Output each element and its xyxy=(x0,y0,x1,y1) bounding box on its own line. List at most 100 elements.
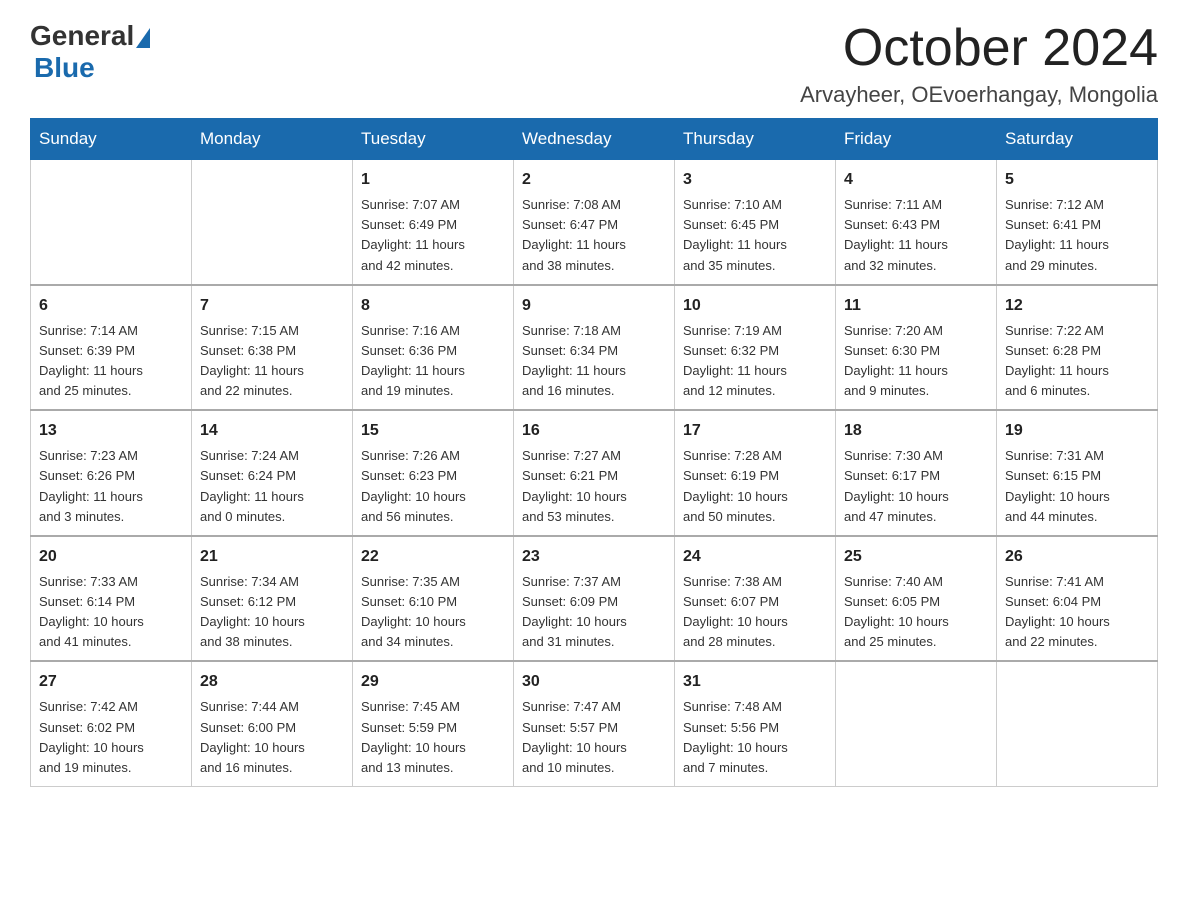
calendar-cell: 6Sunrise: 7:14 AMSunset: 6:39 PMDaylight… xyxy=(31,285,192,411)
day-info: Sunrise: 7:20 AMSunset: 6:30 PMDaylight:… xyxy=(844,321,988,402)
day-info: Sunrise: 7:44 AMSunset: 6:00 PMDaylight:… xyxy=(200,697,344,778)
day-info: Sunrise: 7:27 AMSunset: 6:21 PMDaylight:… xyxy=(522,446,666,527)
calendar-cell: 1 Sunrise: 7:07 AMSunset: 6:49 PMDaylight… xyxy=(353,160,514,285)
week-row-5: 27 Sunrise: 7:42 AMSunset: 6:02 PMDayligh… xyxy=(31,661,1158,786)
day-info: Sunrise: 7:28 AMSunset: 6:19 PMDaylight:… xyxy=(683,446,827,527)
calendar-cell xyxy=(31,160,192,285)
calendar-cell: 8 Sunrise: 7:16 AMSunset: 6:36 PMDaylight… xyxy=(353,285,514,411)
logo-general-text: General xyxy=(30,20,134,52)
day-number: 11 xyxy=(844,294,988,318)
page-title: October 2024 xyxy=(800,20,1158,77)
week-row-4: 20Sunrise: 7:33 AMSunset: 6:14 PMDayligh… xyxy=(31,536,1158,662)
day-number: 5 xyxy=(1005,168,1149,192)
day-number: 14 xyxy=(200,419,344,443)
day-info: Sunrise: 7:40 AMSunset: 6:05 PMDaylight:… xyxy=(844,572,988,653)
calendar-table: SundayMondayTuesdayWednesdayThursdayFrid… xyxy=(30,118,1158,787)
day-number: 2 xyxy=(522,168,666,192)
weekday-header-row: SundayMondayTuesdayWednesdayThursdayFrid… xyxy=(31,119,1158,160)
calendar-cell: 28 Sunrise: 7:44 AMSunset: 6:00 PMDayligh… xyxy=(192,661,353,786)
calendar-cell: 9Sunrise: 7:18 AMSunset: 6:34 PMDaylight… xyxy=(514,285,675,411)
day-number: 25 xyxy=(844,545,988,569)
day-number: 23 xyxy=(522,545,666,569)
calendar-cell: 16 Sunrise: 7:27 AMSunset: 6:21 PMDayligh… xyxy=(514,410,675,536)
calendar-cell: 19 Sunrise: 7:31 AMSunset: 6:15 PMDayligh… xyxy=(997,410,1158,536)
day-info: Sunrise: 7:30 AMSunset: 6:17 PMDaylight:… xyxy=(844,446,988,527)
day-info: Sunrise: 7:15 AMSunset: 6:38 PMDaylight:… xyxy=(200,321,344,402)
day-info: Sunrise: 7:07 AMSunset: 6:49 PMDaylight:… xyxy=(361,195,505,276)
day-number: 6 xyxy=(39,294,183,318)
day-number: 22 xyxy=(361,545,505,569)
day-info: Sunrise: 7:45 AMSunset: 5:59 PMDaylight:… xyxy=(361,697,505,778)
day-info: Sunrise: 7:31 AMSunset: 6:15 PMDaylight:… xyxy=(1005,446,1149,527)
day-number: 30 xyxy=(522,670,666,694)
calendar-cell: 5 Sunrise: 7:12 AMSunset: 6:41 PMDaylight… xyxy=(997,160,1158,285)
day-number: 18 xyxy=(844,419,988,443)
day-number: 12 xyxy=(1005,294,1149,318)
weekday-header-tuesday: Tuesday xyxy=(353,119,514,160)
day-number: 1 xyxy=(361,168,505,192)
title-section: October 2024 Arvayheer, OEvoerhangay, Mo… xyxy=(800,20,1158,108)
day-info: Sunrise: 7:19 AMSunset: 6:32 PMDaylight:… xyxy=(683,321,827,402)
calendar-cell: 7 Sunrise: 7:15 AMSunset: 6:38 PMDaylight… xyxy=(192,285,353,411)
calendar-cell: 11 Sunrise: 7:20 AMSunset: 6:30 PMDayligh… xyxy=(836,285,997,411)
day-number: 29 xyxy=(361,670,505,694)
day-number: 4 xyxy=(844,168,988,192)
day-info: Sunrise: 7:10 AMSunset: 6:45 PMDaylight:… xyxy=(683,195,827,276)
day-number: 26 xyxy=(1005,545,1149,569)
page-subtitle: Arvayheer, OEvoerhangay, Mongolia xyxy=(800,82,1158,108)
day-info: Sunrise: 7:12 AMSunset: 6:41 PMDaylight:… xyxy=(1005,195,1149,276)
calendar-cell: 23 Sunrise: 7:37 AMSunset: 6:09 PMDayligh… xyxy=(514,536,675,662)
day-number: 19 xyxy=(1005,419,1149,443)
calendar-cell: 25 Sunrise: 7:40 AMSunset: 6:05 PMDayligh… xyxy=(836,536,997,662)
calendar-cell: 4Sunrise: 7:11 AMSunset: 6:43 PMDaylight… xyxy=(836,160,997,285)
calendar-cell: 27 Sunrise: 7:42 AMSunset: 6:02 PMDayligh… xyxy=(31,661,192,786)
week-row-1: 1 Sunrise: 7:07 AMSunset: 6:49 PMDaylight… xyxy=(31,160,1158,285)
day-info: Sunrise: 7:26 AMSunset: 6:23 PMDaylight:… xyxy=(361,446,505,527)
day-info: Sunrise: 7:16 AMSunset: 6:36 PMDaylight:… xyxy=(361,321,505,402)
day-info: Sunrise: 7:37 AMSunset: 6:09 PMDaylight:… xyxy=(522,572,666,653)
day-number: 27 xyxy=(39,670,183,694)
calendar-cell: 10 Sunrise: 7:19 AMSunset: 6:32 PMDayligh… xyxy=(675,285,836,411)
calendar-cell: 30 Sunrise: 7:47 AMSunset: 5:57 PMDayligh… xyxy=(514,661,675,786)
day-info: Sunrise: 7:47 AMSunset: 5:57 PMDaylight:… xyxy=(522,697,666,778)
weekday-header-wednesday: Wednesday xyxy=(514,119,675,160)
day-info: Sunrise: 7:33 AMSunset: 6:14 PMDaylight:… xyxy=(39,572,183,653)
weekday-header-saturday: Saturday xyxy=(997,119,1158,160)
calendar-cell: 26 Sunrise: 7:41 AMSunset: 6:04 PMDayligh… xyxy=(997,536,1158,662)
logo-blue-text: Blue xyxy=(34,52,95,83)
weekday-header-sunday: Sunday xyxy=(31,119,192,160)
day-number: 10 xyxy=(683,294,827,318)
day-info: Sunrise: 7:18 AMSunset: 6:34 PMDaylight:… xyxy=(522,321,666,402)
calendar-cell: 29 Sunrise: 7:45 AMSunset: 5:59 PMDayligh… xyxy=(353,661,514,786)
day-number: 24 xyxy=(683,545,827,569)
calendar-cell: 20Sunrise: 7:33 AMSunset: 6:14 PMDayligh… xyxy=(31,536,192,662)
day-info: Sunrise: 7:35 AMSunset: 6:10 PMDaylight:… xyxy=(361,572,505,653)
calendar-cell xyxy=(997,661,1158,786)
calendar-cell: 24 Sunrise: 7:38 AMSunset: 6:07 PMDayligh… xyxy=(675,536,836,662)
calendar-cell: 15 Sunrise: 7:26 AMSunset: 6:23 PMDayligh… xyxy=(353,410,514,536)
calendar-cell: 14Sunrise: 7:24 AMSunset: 6:24 PMDayligh… xyxy=(192,410,353,536)
day-number: 28 xyxy=(200,670,344,694)
calendar-cell xyxy=(836,661,997,786)
calendar-cell: 22 Sunrise: 7:35 AMSunset: 6:10 PMDayligh… xyxy=(353,536,514,662)
weekday-header-friday: Friday xyxy=(836,119,997,160)
day-number: 21 xyxy=(200,545,344,569)
page-header: General Blue October 2024 Arvayheer, OEv… xyxy=(30,20,1158,108)
day-number: 8 xyxy=(361,294,505,318)
calendar-cell xyxy=(192,160,353,285)
day-number: 7 xyxy=(200,294,344,318)
day-number: 31 xyxy=(683,670,827,694)
calendar-cell: 31Sunrise: 7:48 AMSunset: 5:56 PMDayligh… xyxy=(675,661,836,786)
weekday-header-thursday: Thursday xyxy=(675,119,836,160)
day-info: Sunrise: 7:22 AMSunset: 6:28 PMDaylight:… xyxy=(1005,321,1149,402)
calendar-cell: 2Sunrise: 7:08 AMSunset: 6:47 PMDaylight… xyxy=(514,160,675,285)
logo: General Blue xyxy=(30,20,152,84)
day-number: 15 xyxy=(361,419,505,443)
week-row-2: 6Sunrise: 7:14 AMSunset: 6:39 PMDaylight… xyxy=(31,285,1158,411)
day-info: Sunrise: 7:42 AMSunset: 6:02 PMDaylight:… xyxy=(39,697,183,778)
day-info: Sunrise: 7:41 AMSunset: 6:04 PMDaylight:… xyxy=(1005,572,1149,653)
day-number: 16 xyxy=(522,419,666,443)
calendar-cell: 3Sunrise: 7:10 AMSunset: 6:45 PMDaylight… xyxy=(675,160,836,285)
day-info: Sunrise: 7:38 AMSunset: 6:07 PMDaylight:… xyxy=(683,572,827,653)
day-info: Sunrise: 7:34 AMSunset: 6:12 PMDaylight:… xyxy=(200,572,344,653)
